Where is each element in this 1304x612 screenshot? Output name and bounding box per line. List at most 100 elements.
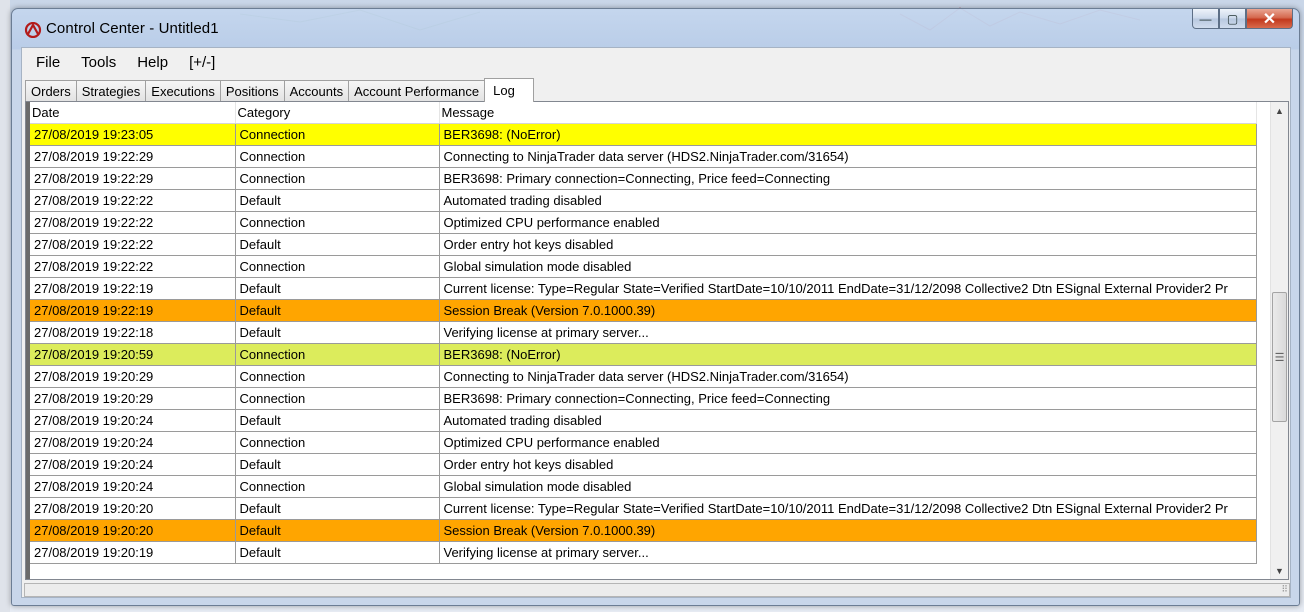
table-row[interactable]: 27/08/2019 19:22:19 Default Current licens… xyxy=(30,277,1257,300)
table-row[interactable]: 27/08/2019 19:20:24 Connection Global simu… xyxy=(30,475,1257,498)
table-row[interactable]: 27/08/2019 19:20:29 Connection Connecting … xyxy=(30,365,1257,388)
log-cell-message: Order entry hot keys disabled xyxy=(439,453,1257,476)
table-row[interactable]: 27/08/2019 19:20:24 Default Order entry ho… xyxy=(30,453,1257,476)
window-title: Control Center - Untitled1 xyxy=(46,20,219,37)
client-area: File Tools Help [+/-] Orders Strategies … xyxy=(21,47,1291,598)
scroll-up-icon[interactable]: ▲ xyxy=(1271,102,1288,119)
column-header-category[interactable]: Category xyxy=(235,102,440,124)
column-header-date[interactable]: Date xyxy=(30,102,236,124)
table-row[interactable]: 27/08/2019 19:20:59 Connection BER3698: (N… xyxy=(30,343,1257,366)
log-cell-date: 27/08/2019 19:20:20 xyxy=(30,519,236,542)
log-cell-category: Connection xyxy=(235,475,440,498)
log-cell-category: Default xyxy=(235,453,440,476)
log-cell-category: Connection xyxy=(235,431,440,454)
log-cell-message: Verifying license at primary server... xyxy=(439,541,1257,564)
log-cell-category: Default xyxy=(235,497,440,520)
log-cell-message: Optimized CPU performance enabled xyxy=(439,431,1257,454)
tab-accounts[interactable]: Accounts xyxy=(283,80,350,101)
table-row[interactable]: 27/08/2019 19:22:22 Default Order entry ho… xyxy=(30,233,1257,256)
tab-log[interactable]: Log xyxy=(484,78,534,102)
table-row[interactable]: 27/08/2019 19:20:20 Default Session Break … xyxy=(30,519,1257,542)
log-cell-category: Connection xyxy=(235,145,440,168)
table-row[interactable]: 27/08/2019 19:22:29 Connection BER3698: Pr… xyxy=(30,167,1257,190)
menu-tools[interactable]: Tools xyxy=(81,54,116,71)
log-cell-message: BER3698: (NoError) xyxy=(439,343,1257,366)
log-cell-date: 27/08/2019 19:20:24 xyxy=(30,453,236,476)
tab-account-performance[interactable]: Account Performance xyxy=(348,80,486,101)
log-cell-date: 27/08/2019 19:20:19 xyxy=(30,541,236,564)
table-row[interactable]: 27/08/2019 19:22:22 Connection Global simu… xyxy=(30,255,1257,278)
table-row[interactable]: 27/08/2019 19:22:18 Default Verifying lice… xyxy=(30,321,1257,344)
menu-help[interactable]: Help xyxy=(137,54,168,71)
log-cell-date: 27/08/2019 19:23:05 xyxy=(30,123,236,146)
log-cell-category: Default xyxy=(235,321,440,344)
log-cell-message: BER3698: Primary connection=Connecting, … xyxy=(439,387,1257,410)
table-row[interactable]: 27/08/2019 19:20:24 Connection Optimized C… xyxy=(30,431,1257,454)
table-row[interactable]: 27/08/2019 19:20:24 Default Automated trad… xyxy=(30,409,1257,432)
menu-bar: File Tools Help [+/-] xyxy=(22,48,1290,76)
restore-icon: ▢ xyxy=(1226,11,1239,26)
log-cell-date: 27/08/2019 19:22:29 xyxy=(30,167,236,190)
table-row[interactable]: 27/08/2019 19:22:19 Default Session Break … xyxy=(30,299,1257,322)
log-cell-message: Session Break (Version 7.0.1000.39) xyxy=(439,299,1257,322)
restore-button[interactable]: ▢ xyxy=(1219,9,1246,29)
log-cell-category: Default xyxy=(235,541,440,564)
resize-grip-icon[interactable]: ⠿ xyxy=(1281,584,1288,595)
table-row[interactable]: 27/08/2019 19:23:05 Connection BER3698: (N… xyxy=(30,123,1257,146)
log-cell-message: Connecting to NinjaTrader data server (H… xyxy=(439,145,1257,168)
log-cell-category: Connection xyxy=(235,211,440,234)
table-row[interactable]: 27/08/2019 19:22:22 Default Automated trad… xyxy=(30,189,1257,212)
tab-orders[interactable]: Orders xyxy=(25,80,77,101)
log-cell-date: 27/08/2019 19:20:59 xyxy=(30,343,236,366)
log-cell-category: Default xyxy=(235,409,440,432)
minimize-button[interactable]: — xyxy=(1192,9,1219,29)
close-button[interactable]: ✕ xyxy=(1246,9,1293,29)
log-cell-message: Global simulation mode disabled xyxy=(439,255,1257,278)
log-cell-date: 27/08/2019 19:22:22 xyxy=(30,189,236,212)
status-bar: ⠿ xyxy=(24,583,1290,597)
log-cell-date: 27/08/2019 19:22:22 xyxy=(30,255,236,278)
table-row[interactable]: 27/08/2019 19:20:20 Default Current licens… xyxy=(30,497,1257,520)
log-cell-category: Default xyxy=(235,189,440,212)
tab-executions[interactable]: Executions xyxy=(145,80,221,101)
log-cell-category: Connection xyxy=(235,255,440,278)
log-cell-message: Connecting to NinjaTrader data server (H… xyxy=(439,365,1257,388)
log-cell-date: 27/08/2019 19:22:19 xyxy=(30,277,236,300)
column-header-message[interactable]: Message xyxy=(439,102,1257,124)
log-table: Date Category Message 27/08/2019 19:23:0… xyxy=(30,102,1257,564)
log-cell-category: Connection xyxy=(235,343,440,366)
log-cell-date: 27/08/2019 19:22:22 xyxy=(30,233,236,256)
log-cell-category: Connection xyxy=(235,123,440,146)
log-cell-category: Connection xyxy=(235,167,440,190)
log-grid: Date Category Message 27/08/2019 19:23:0… xyxy=(25,101,1289,580)
log-cell-date: 27/08/2019 19:20:20 xyxy=(30,497,236,520)
scroll-down-icon[interactable]: ▼ xyxy=(1271,562,1288,579)
log-cell-date: 27/08/2019 19:20:29 xyxy=(30,387,236,410)
tab-positions[interactable]: Positions xyxy=(219,80,285,101)
table-row[interactable]: 27/08/2019 19:22:29 Connection Connecting … xyxy=(30,145,1257,168)
log-cell-message: Global simulation mode disabled xyxy=(439,475,1257,498)
log-cell-date: 27/08/2019 19:20:24 xyxy=(30,475,236,498)
table-row[interactable]: 27/08/2019 19:22:22 Connection Optimized C… xyxy=(30,211,1257,234)
table-header-row: Date Category Message xyxy=(30,102,1257,124)
title-bar[interactable]: Control Center - Untitled1 — ▢ ✕ xyxy=(12,9,1299,47)
minimize-icon: — xyxy=(1199,11,1212,26)
log-cell-category: Default xyxy=(235,277,440,300)
ninjatrader-logo-icon xyxy=(24,22,42,38)
log-cell-category: Connection xyxy=(235,387,440,410)
log-cell-date: 27/08/2019 19:22:19 xyxy=(30,299,236,322)
vertical-scrollbar[interactable]: ▲ ☰ ▼ xyxy=(1270,102,1288,579)
log-cell-message: BER3698: (NoError) xyxy=(439,123,1257,146)
log-cell-category: Connection xyxy=(235,365,440,388)
tab-strip: Orders Strategies Executions Positions A… xyxy=(25,78,534,102)
menu-toggle[interactable]: [+/-] xyxy=(189,54,215,71)
table-row[interactable]: 27/08/2019 19:20:19 Default Verifying lice… xyxy=(30,541,1257,564)
menu-file[interactable]: File xyxy=(36,54,60,71)
table-row[interactable]: 27/08/2019 19:20:29 Connection BER3698: Pr… xyxy=(30,387,1257,410)
log-cell-message: Current license: Type=Regular State=Veri… xyxy=(439,497,1257,520)
log-cell-date: 27/08/2019 19:22:22 xyxy=(30,211,236,234)
grip-icon: ☰ xyxy=(1274,351,1285,364)
log-cell-message: Current license: Type=Regular State=Veri… xyxy=(439,277,1257,300)
scroll-thumb[interactable]: ☰ xyxy=(1272,292,1287,422)
tab-strategies[interactable]: Strategies xyxy=(75,80,147,101)
